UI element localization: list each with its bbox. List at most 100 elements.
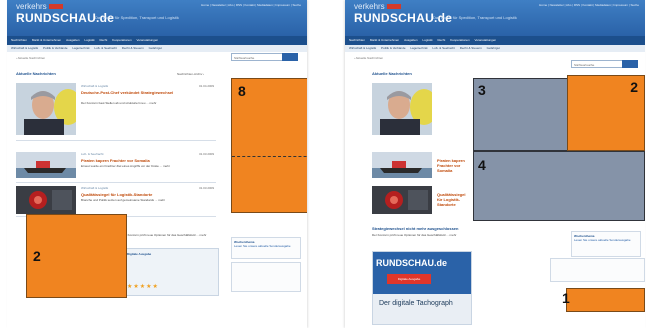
annotation-region-1: 1 [562,288,645,312]
subnav-item[interactable]: Politik & Verbände [381,46,406,50]
breadcrumb[interactable]: › Aktuelle Nachrichten [354,56,383,60]
lower-teaser: Der Konzern prüft neue Optionen für das … [122,233,207,237]
nav-item[interactable]: Nachrichten [11,38,27,42]
brand-small-text: verkehrs [16,2,63,11]
subnav-item[interactable]: Recht & Steuern [122,46,144,50]
subnav-item[interactable]: Gefahrgut [149,46,162,50]
news-category: Luft- & Seefracht [81,152,104,156]
nav-item[interactable]: Kooperationen [112,38,132,42]
archive-link[interactable]: Nachrichten-Archiv › [177,72,204,76]
ad-banner-rundschau[interactable]: RUNDSCHAU.de Digitale Ausgabe Der digita… [372,251,472,325]
lower-teaser: Der Konzern prüft neue Optionen für das … [372,233,457,237]
infobox-text: Lesen Sie unsere aktuelle Sonderausgabe [234,244,291,248]
annotation-region-2: 2 [567,75,645,151]
nav-item[interactable]: Ausgaben [66,38,80,42]
nav-item[interactable]: Markt & Unternehmen [32,38,61,42]
ad-title: Der digitale Tachograph [379,300,453,307]
nav-item[interactable]: Veranstaltungen [475,38,497,42]
ad-badge: Digitale Ausgabe [387,274,431,284]
ship-image [16,152,76,178]
top-links[interactable]: Home | Newsletter | Abo | RSS | Kontakt … [539,3,639,7]
news-headline[interactable]: Qualitätssiegel für Logistik-Standorte [81,192,211,197]
secondary-nav[interactable]: Wirtschaft & Logistik Politik & Verbände… [345,45,645,52]
right-page-screenshot: verkehrs RUNDSCHAU.de Das Portal für Spe… [345,0,645,328]
nav-item[interactable]: Nachrichten [349,38,365,42]
lamp-image [16,186,76,214]
section-title: Aktuelle Nachrichten [372,71,412,76]
dashed-split-line [232,156,307,157]
subnav-item[interactable]: Wirtschaft & Logistik [349,46,376,50]
region-number: 8 [238,83,246,99]
news-headline[interactable]: Piraten kapern Frachter vor Somalia [81,158,211,163]
annotation-region-2: 2 [26,214,127,298]
subnav-item[interactable]: Politik & Verbände [43,46,68,50]
annotation-region-4: 4 [473,151,645,221]
infobox-text: Lesen Sie unsere aktuelle Sonderausgabe [574,238,631,242]
news-photo-ship[interactable] [16,152,76,178]
top-links[interactable]: Home | Newsletter | Abo | RSS | Kontakt … [201,3,301,7]
breadcrumb[interactable]: › Aktuelle Nachrichten [16,56,45,60]
news-category: Wirtschaft & Logistik [81,84,109,88]
search-button[interactable] [622,60,638,68]
section-title: Aktuelle Nachrichten [16,71,56,76]
brand-small-text: verkehrs [354,2,401,11]
portrait-image [16,83,76,135]
news-date: 01.04.2009 [199,84,215,88]
sidebar-infobox[interactable]: Wochenthema Lesen Sie unsere aktuelle So… [231,237,301,259]
subnav-item[interactable]: Luft- & Seefracht [94,46,117,50]
news-photo-ship[interactable] [372,152,432,178]
news-teaser: Branche und Politik setzen auf gemeinsam… [81,198,166,202]
subnav-item[interactable]: Recht & Steuern [460,46,482,50]
search-button[interactable] [282,53,298,61]
news-photo-portrait[interactable] [16,83,76,135]
ad-badge: Digitale Ausgabe [127,252,152,256]
sidebar-box-2[interactable] [550,258,645,282]
rating-stars: ★★★★★ [127,284,159,290]
nav-item[interactable]: Recht [437,38,445,42]
news-category: Wirtschaft & Logistik [81,186,109,190]
secondary-nav[interactable]: Wirtschaft & Logistik Politik & Verbände… [7,45,307,52]
subnav-item[interactable]: Lagertechnik [72,46,89,50]
sidebar-box-2[interactable] [231,262,301,292]
ad-logo: RUNDSCHAU.de [376,258,448,268]
site-header: verkehrs RUNDSCHAU.de Das Portal für Spe… [345,0,645,36]
nav-item[interactable]: Kooperationen [450,38,470,42]
nav-item[interactable]: Markt & Unternehmen [370,38,399,42]
nav-item[interactable]: Veranstaltungen [137,38,159,42]
news-headline[interactable]: Piraten kapern Frachter vor Somalia [437,158,471,173]
divider [16,182,216,183]
region-number: 1 [562,290,570,306]
lamp-image [372,186,432,214]
news-teaser: Der Konzern baut Stellen ab und struktur… [81,101,157,105]
nav-item[interactable]: Ausgaben [404,38,418,42]
ship-image [372,152,432,178]
lower-headline[interactable]: Strategiewechsel nicht mehr ausgeschloss… [372,226,522,231]
region-number: 4 [478,157,486,173]
news-photo-portrait[interactable] [372,83,432,135]
news-teaser: Erneut wurde ein Frachter Ziel eines Ang… [81,164,170,168]
sidebar-infobox[interactable]: Wochenthema Lesen Sie unsere aktuelle So… [571,231,641,257]
annotation-region-3: 3 [473,78,568,151]
nav-item[interactable]: Logistik [422,38,432,42]
region-number: 2 [33,248,41,264]
news-photo-light[interactable] [16,186,76,214]
subnav-item[interactable]: Lagertechnik [410,46,427,50]
primary-nav[interactable]: Nachrichten Markt & Unternehmen Ausgaben… [345,36,645,45]
news-headline[interactable]: Qualitätssiegel für Logistik-Standorte [437,192,471,207]
news-date: 31.03.2009 [199,152,215,156]
subnav-item[interactable]: Gefahrgut [487,46,500,50]
ad-banner[interactable]: Digitale Ausgabe ★★★★★ [123,248,219,296]
region-number: 3 [478,82,486,98]
brand-tagline: Das Portal für Spedition, Transport und … [433,15,517,20]
primary-nav[interactable]: Nachrichten Markt & Unternehmen Ausgaben… [7,36,307,45]
nav-item[interactable]: Recht [99,38,107,42]
subnav-item[interactable]: Luft- & Seefracht [432,46,455,50]
region-number: 2 [630,79,638,95]
news-photo-light[interactable] [372,186,432,214]
news-date: 31.03.2009 [199,186,215,190]
portrait-image [372,83,432,135]
site-header: verkehrs RUNDSCHAU.de Das Portal für Spe… [7,0,307,36]
subnav-item[interactable]: Wirtschaft & Logistik [11,46,38,50]
news-headline[interactable]: Deutsche-Post-Chef verkündet Strategiewe… [81,90,211,95]
nav-item[interactable]: Logistik [84,38,94,42]
